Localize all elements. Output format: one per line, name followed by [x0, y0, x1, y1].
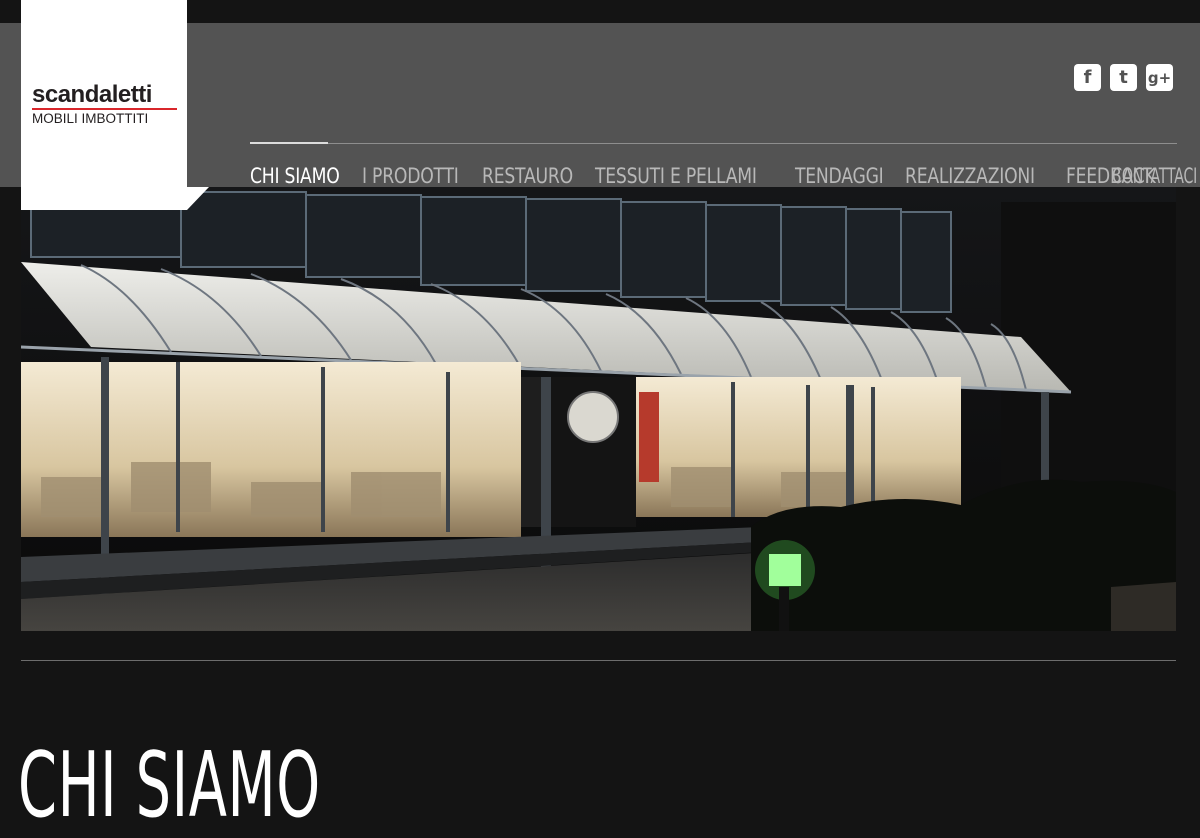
- nav-item-contattaci[interactable]: CONTATTACI: [1112, 162, 1197, 190]
- showroom-night-photo: [21, 187, 1176, 631]
- logo-tab-corner: [187, 187, 209, 210]
- nav-divider: [250, 143, 1177, 144]
- logo-wordmark: scandaletti: [32, 81, 152, 108]
- logo-tagline: MOBILI IMBOTTITI: [32, 111, 149, 126]
- logo-underline: [32, 108, 177, 110]
- nav-item-tessuti-e-pellami[interactable]: TESSUTI E PELLAMI: [595, 162, 757, 190]
- page-title: CHI SIAMO: [18, 733, 321, 838]
- nav-item-i-prodotti[interactable]: I PRODOTTI: [362, 162, 459, 190]
- google-plus-icon[interactable]: g+: [1146, 64, 1173, 91]
- nav-item-chi-siamo[interactable]: CHI SIAMO: [250, 162, 340, 190]
- social-links: f t g+: [1074, 64, 1173, 91]
- hero-image: [21, 187, 1176, 631]
- logo[interactable]: scandaletti MOBILI IMBOTTITI: [21, 0, 187, 210]
- nav-item-realizzazioni[interactable]: REALIZZAZIONI: [905, 162, 1035, 190]
- facebook-icon[interactable]: f: [1074, 64, 1101, 91]
- nav-item-tendaggi[interactable]: TENDAGGI: [795, 162, 884, 190]
- twitter-icon[interactable]: t: [1110, 64, 1137, 91]
- nav-active-indicator: [250, 142, 328, 144]
- content-divider: [21, 660, 1176, 661]
- main-nav: CHI SIAMO I PRODOTTI RESTAURO TESSUTI E …: [250, 162, 1197, 190]
- nav-item-restauro[interactable]: RESTAURO: [482, 162, 573, 190]
